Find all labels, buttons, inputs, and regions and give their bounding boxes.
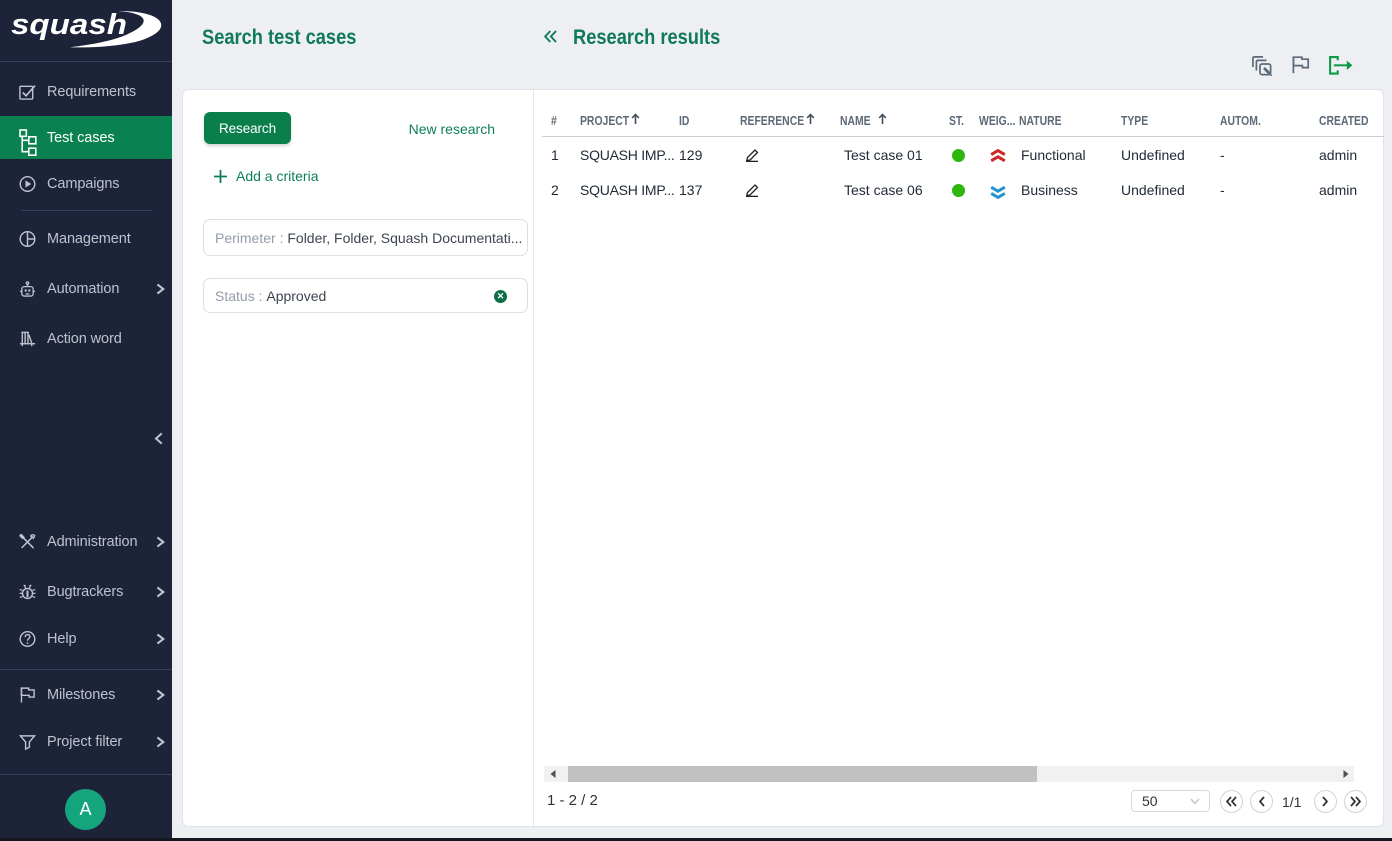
svg-text:squash: squash <box>11 9 127 41</box>
